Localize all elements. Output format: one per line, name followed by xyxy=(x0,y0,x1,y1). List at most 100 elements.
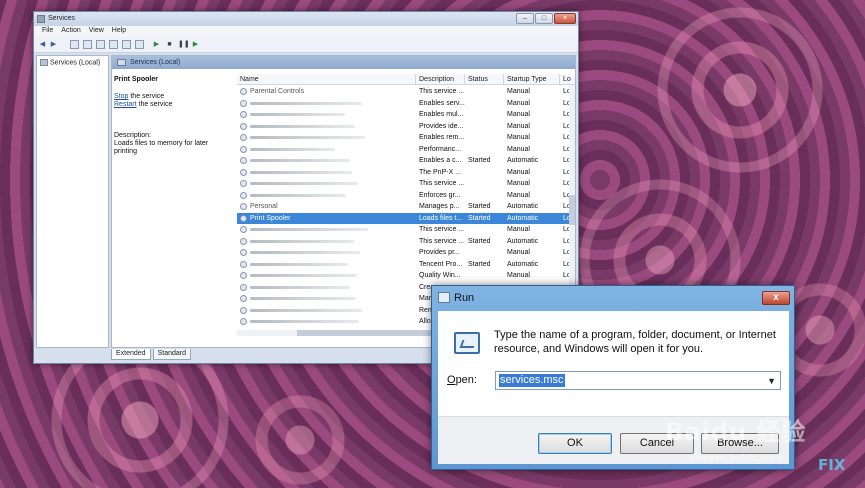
blurred-service-name xyxy=(250,193,346,197)
forward-arrow-icon[interactable]: ▶ xyxy=(49,40,58,49)
service-gear-icon xyxy=(240,145,247,153)
column-startup-type[interactable]: Startup Type xyxy=(507,76,547,83)
ok-button[interactable]: OK xyxy=(538,433,612,454)
dropdown-arrow-icon[interactable]: ▼ xyxy=(767,376,776,386)
table-row[interactable]: Enables mul... Manual Lo xyxy=(237,109,575,120)
restart-service-link[interactable]: Restart xyxy=(114,101,137,108)
table-row[interactable]: Tencent Pro... Started Automatic Lo xyxy=(237,259,575,270)
blurred-service-name xyxy=(250,170,352,174)
vertical-scroll-thumb[interactable] xyxy=(569,195,575,225)
table-row[interactable]: The PnP-X ... Manual Lo xyxy=(237,167,575,178)
column-description[interactable]: Description xyxy=(419,76,454,83)
horizontal-scroll-thumb[interactable] xyxy=(297,330,437,336)
service-gear-icon xyxy=(240,168,247,176)
table-row[interactable]: This service ... Manual Lo xyxy=(237,224,575,235)
run-close-button[interactable]: x xyxy=(762,291,790,305)
close-button[interactable]: × xyxy=(554,13,576,24)
restart-service-line: Restart the service xyxy=(114,101,172,109)
service-name: Personal xyxy=(250,203,278,210)
blurred-service-name xyxy=(250,285,350,289)
service-gear-icon xyxy=(240,283,247,291)
tab-standard[interactable]: Standard xyxy=(152,349,192,360)
open-label-accesskey: O xyxy=(447,374,456,386)
service-description: Mar xyxy=(419,295,432,302)
minimize-button[interactable]: – xyxy=(516,13,534,24)
table-row[interactable]: Provides pr... Manual Lo xyxy=(237,247,575,258)
help-icon[interactable] xyxy=(122,40,131,49)
service-gear-icon xyxy=(240,272,247,279)
menu-view[interactable]: View xyxy=(85,26,108,37)
run-app-icon xyxy=(438,292,450,303)
table-row[interactable]: Enables a c... Started Automatic Lo xyxy=(237,155,575,166)
menu-help[interactable]: Help xyxy=(108,26,130,37)
table-row[interactable]: Personal Manages p... Started Automatic Lo xyxy=(237,201,575,212)
services-titlebar[interactable]: Services – □ × xyxy=(34,12,578,26)
view-tabs: Extended Standard xyxy=(111,349,192,360)
panel-title: Services (Local) xyxy=(130,59,181,66)
service-description: Provides ide... xyxy=(419,122,464,130)
column-log-on-as[interactable]: Lo xyxy=(563,76,571,83)
table-row[interactable]: Print Spooler Loads files t... Started Auto… xyxy=(237,212,575,224)
service-description: Manages p... xyxy=(419,203,460,210)
service-gear-icon xyxy=(240,249,247,256)
watermark-url: jingyan.baidu.com xyxy=(690,453,783,464)
console-tree-icon[interactable] xyxy=(70,40,79,49)
service-description: Performanc... xyxy=(419,145,462,153)
service-gear-icon xyxy=(240,99,247,107)
console-tree: Services (Local) xyxy=(36,55,109,348)
export-list-icon[interactable] xyxy=(109,40,118,49)
stop-service-icon[interactable]: ■ xyxy=(165,40,174,49)
description-text: Loads files to memory for later printing xyxy=(114,140,209,155)
maximize-button[interactable]: □ xyxy=(535,13,553,24)
table-row[interactable]: Performanc... Manual Lo xyxy=(237,144,575,155)
service-description: Quality Win... xyxy=(419,272,461,279)
run-program-icon xyxy=(454,332,480,354)
table-row[interactable]: This service ... Manual Lo xyxy=(237,178,575,189)
service-gear-icon xyxy=(240,191,247,199)
blurred-service-name xyxy=(250,239,354,243)
service-gear-icon xyxy=(240,180,247,187)
refresh-icon[interactable] xyxy=(96,40,105,49)
open-combobox[interactable]: services.msc ▼ xyxy=(495,371,781,390)
blurred-service-name xyxy=(250,113,345,116)
tree-item-services-local[interactable]: Services (Local) xyxy=(40,59,100,66)
table-row[interactable]: Parental Controls This service ... Manual L… xyxy=(237,86,575,97)
open-label: Open: xyxy=(447,374,477,386)
service-startup-type: Manual xyxy=(507,168,530,176)
blurred-service-name xyxy=(250,124,355,128)
list-header: Name Description Status Startup Type Lo xyxy=(237,74,575,85)
back-arrow-icon[interactable]: ◀ xyxy=(38,40,47,49)
start-service-icon[interactable]: ▶ xyxy=(152,40,161,49)
blurred-service-name xyxy=(250,136,365,139)
services-window-title: Services xyxy=(48,15,75,22)
services-tree-icon xyxy=(40,59,48,66)
menu-file[interactable]: File xyxy=(38,26,57,37)
restart-service-icon[interactable]: ▶ xyxy=(191,40,200,49)
table-row[interactable]: This service ... Started Automatic Lo xyxy=(237,236,575,247)
service-gear-icon xyxy=(240,88,247,95)
service-startup-type: Manual xyxy=(507,88,530,95)
column-status[interactable]: Status xyxy=(468,76,488,83)
service-description: The PnP-X ... xyxy=(419,168,462,176)
table-row[interactable]: Quality Win... Manual Lo xyxy=(237,270,575,281)
pause-service-icon[interactable]: ❚❚ xyxy=(178,40,190,49)
stop-service-link[interactable]: Stop xyxy=(114,93,128,100)
table-row[interactable]: Provides ide... Manual Lo xyxy=(237,121,575,132)
service-startup-type: Automatic xyxy=(507,157,539,164)
table-row[interactable]: Enforces gr... Manual Lo xyxy=(237,190,575,201)
table-row[interactable]: Enables serv... Manual Lo xyxy=(237,98,575,109)
column-name[interactable]: Name xyxy=(240,76,259,83)
blurred-service-name xyxy=(250,147,335,151)
tab-extended[interactable]: Extended xyxy=(111,349,151,360)
service-gear-icon xyxy=(240,226,247,233)
open-input-value[interactable]: services.msc xyxy=(499,374,565,387)
table-row[interactable]: Enables rem... Manual Lo xyxy=(237,132,575,143)
service-startup-type: Manual xyxy=(507,249,530,256)
service-startup-type: Automatic xyxy=(507,214,539,222)
service-gear-icon xyxy=(240,111,247,118)
service-startup-type: Automatic xyxy=(507,260,539,268)
service-name: Parental Controls xyxy=(250,88,305,95)
view-icon[interactable] xyxy=(135,40,144,49)
properties-icon[interactable] xyxy=(83,40,92,49)
menu-action[interactable]: Action xyxy=(57,26,84,37)
